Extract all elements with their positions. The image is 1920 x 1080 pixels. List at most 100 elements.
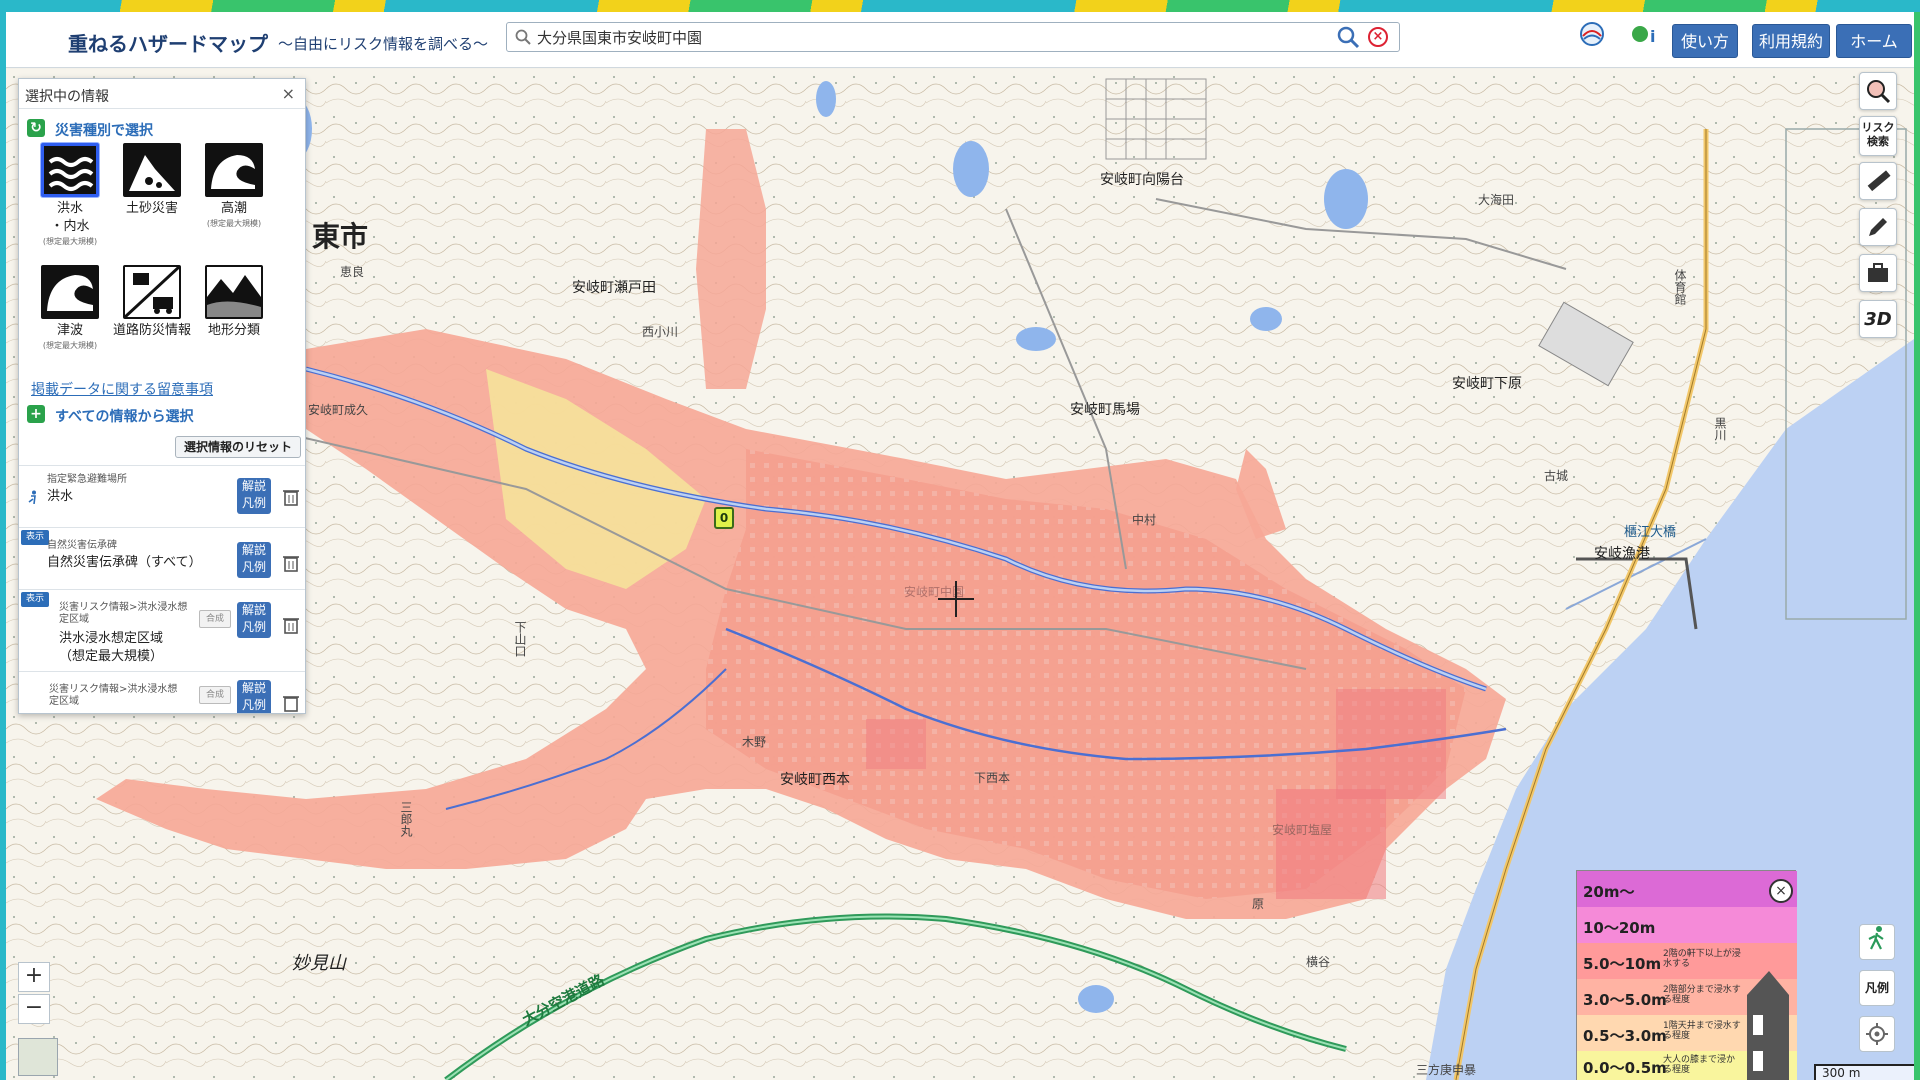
place-label: 櫃江大橋 bbox=[1624, 525, 1677, 540]
legend-range: 3.0〜5.0m bbox=[1583, 991, 1667, 1009]
place-label: 下山口 bbox=[513, 621, 527, 657]
merge-button[interactable]: 合成 bbox=[199, 610, 231, 628]
section-all-info[interactable]: すべての情報から選択 bbox=[55, 406, 193, 426]
map-marker[interactable]: 0 bbox=[714, 507, 734, 529]
layer-name-sub: （想定最大規模） bbox=[59, 649, 164, 664]
terrain-icon bbox=[205, 265, 263, 319]
map-scale: 300 m bbox=[1814, 1064, 1914, 1080]
place-label: 安岐町塩屋 bbox=[1272, 823, 1333, 837]
trash-icon[interactable] bbox=[283, 488, 299, 506]
storm-surge-icon bbox=[205, 143, 263, 197]
place-label: 安岐町向陽台 bbox=[1100, 172, 1184, 188]
hazard-terrain[interactable]: 地形分類 bbox=[193, 265, 275, 340]
app-title[interactable]: 重ねるハザードマップ bbox=[68, 28, 268, 57]
street-view-tool[interactable] bbox=[1859, 924, 1895, 960]
howto-button[interactable]: 使い方 bbox=[1672, 24, 1738, 58]
layer-category: 災害リスク情報>洪水浸水想定区域 bbox=[59, 602, 188, 625]
3d-tool[interactable]: 3D bbox=[1859, 300, 1897, 338]
legend-range: 5.0〜10m bbox=[1583, 955, 1662, 973]
plus-icon: + bbox=[27, 405, 45, 423]
place-label: 三郎丸 bbox=[399, 801, 413, 837]
house-depth-icon bbox=[1747, 971, 1789, 1080]
search-input[interactable] bbox=[537, 25, 1317, 49]
legend-button[interactable]: 解説 凡例 bbox=[237, 542, 271, 578]
display-tag[interactable]: 表示 bbox=[21, 592, 49, 607]
place-label: 安岐町下原 bbox=[1452, 376, 1522, 392]
draw-tool[interactable] bbox=[1859, 208, 1897, 246]
ruler-tool[interactable] bbox=[1859, 162, 1897, 200]
search-box[interactable] bbox=[506, 22, 1400, 52]
search-button-icon[interactable] bbox=[1336, 25, 1360, 49]
hazard-label: ・内水 bbox=[50, 219, 90, 234]
legend-tool[interactable]: 凡例 bbox=[1859, 970, 1895, 1006]
search-icon bbox=[515, 29, 531, 45]
close-icon[interactable]: × bbox=[1769, 879, 1793, 903]
toolbox-tool[interactable] bbox=[1859, 254, 1897, 292]
frame-right bbox=[1914, 12, 1920, 1080]
magnifier-icon bbox=[1867, 80, 1891, 104]
place-label: 安岐町成久 bbox=[308, 403, 369, 417]
header: 重ねるハザードマップ 〜自由にリスク情報を調べる〜 × i 使い方 利用規約 ホ… bbox=[6, 12, 1914, 68]
hazard-road[interactable]: 道路防災情報 bbox=[111, 265, 193, 340]
data-notes-link[interactable]: 掲載データに関する留意事項 bbox=[31, 379, 213, 399]
selection-panel: 選択中の情報 × ↻ 災害種別で選択 洪水 ・内水 (想定最大規模) 土砂災害 … bbox=[18, 78, 306, 714]
trash-icon[interactable] bbox=[283, 694, 299, 712]
hazard-note: (想定最大規模) bbox=[42, 341, 98, 350]
gsi-logo-icon: i bbox=[1632, 26, 1655, 46]
evacuation-icon bbox=[28, 490, 36, 504]
layer-name: 自然災害伝承碑（すべて） bbox=[47, 555, 202, 570]
place-label: 横谷 bbox=[1306, 955, 1331, 969]
terms-button[interactable]: 利用規約 bbox=[1752, 24, 1830, 58]
tsunami-icon bbox=[41, 265, 99, 319]
mlit-logo-icon bbox=[1580, 22, 1604, 46]
legend-button[interactable]: 解説 凡例 bbox=[237, 680, 271, 713]
legend-range: 20m〜 bbox=[1583, 883, 1635, 901]
layer-item: 災害リスク情報>洪水浸水想定区域 合成 解説 凡例 bbox=[19, 671, 305, 713]
hazard-label: 地形分類 bbox=[207, 323, 260, 338]
ruler-icon bbox=[1867, 170, 1891, 192]
trash-icon[interactable] bbox=[283, 616, 299, 634]
section-by-disaster[interactable]: 災害種別で選択 bbox=[55, 120, 153, 140]
current-location-tool[interactable] bbox=[1859, 1016, 1895, 1052]
layer-name: 洪水浸水想定区域 bbox=[59, 631, 164, 646]
minimap[interactable] bbox=[18, 1038, 58, 1076]
hazard-storm-surge[interactable]: 高潮 (想定最大規模) bbox=[193, 143, 275, 229]
select-by-disaster-icon: ↻ bbox=[27, 119, 45, 137]
risk-search-tool[interactable]: リスク検索 bbox=[1859, 116, 1897, 156]
display-tag[interactable]: 表示 bbox=[21, 530, 49, 545]
legend-range: 0.5〜3.0m bbox=[1583, 1027, 1667, 1045]
home-button[interactable]: ホーム bbox=[1836, 24, 1912, 58]
legend-range: 0.0〜0.5m bbox=[1583, 1059, 1667, 1077]
zoom-in-button[interactable]: + bbox=[18, 962, 50, 992]
top-stripe bbox=[0, 0, 1920, 12]
place-label: 木野 bbox=[742, 735, 767, 749]
merge-button[interactable]: 合成 bbox=[199, 686, 231, 704]
legend-desc: 2階部分まで浸水する程度 bbox=[1663, 985, 1741, 1005]
legend-button[interactable]: 解説 凡例 bbox=[237, 478, 271, 514]
trash-icon[interactable] bbox=[283, 554, 299, 572]
landslide-icon bbox=[123, 143, 181, 197]
legend-button[interactable]: 解説 凡例 bbox=[237, 602, 271, 638]
hazard-tsunami[interactable]: 津波 (想定最大規模) bbox=[29, 265, 111, 351]
layer-name: 洪水 bbox=[47, 489, 74, 504]
hazard-flood[interactable]: 洪水 ・内水 (想定最大規模) bbox=[29, 143, 111, 247]
zoom-out-button[interactable]: − bbox=[18, 994, 50, 1024]
place-label: 安岐町西本 bbox=[780, 772, 850, 788]
hazard-label: 津波 bbox=[56, 323, 83, 338]
legend-desc: 2階の軒下以上が浸水する bbox=[1663, 949, 1741, 969]
hazard-label: 土砂災害 bbox=[125, 201, 178, 216]
close-icon[interactable]: × bbox=[282, 84, 295, 103]
place-label: 西小川 bbox=[642, 325, 679, 339]
hazard-landslide[interactable]: 土砂災害 bbox=[111, 143, 193, 218]
reset-selection-button[interactable]: 選択情報のリセット bbox=[175, 436, 301, 458]
place-label: 安岐町瀬戸田 bbox=[572, 280, 656, 296]
layer-category: 災害リスク情報>洪水浸水想定区域 bbox=[49, 684, 178, 707]
svg-text:i: i bbox=[1650, 27, 1655, 46]
hazard-label: 高潮 bbox=[220, 201, 247, 216]
place-label: 中村 bbox=[1132, 513, 1157, 527]
place-label: 原 bbox=[1252, 897, 1265, 911]
legend-row: 10〜20m bbox=[1577, 907, 1797, 943]
panel-title: 選択中の情報 bbox=[25, 89, 109, 105]
clear-icon[interactable]: × bbox=[1368, 27, 1388, 47]
search-location-tool[interactable] bbox=[1859, 72, 1897, 110]
